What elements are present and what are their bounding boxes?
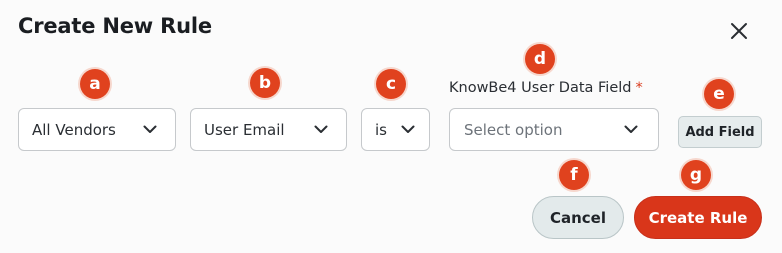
chevron-down-icon [314, 125, 328, 133]
required-asterisk: * [635, 80, 643, 96]
chevron-down-icon [624, 125, 638, 133]
data-field-select-placeholder: Select option [464, 120, 563, 139]
annotation-badge-c: c [376, 69, 406, 99]
chevron-down-icon [143, 125, 157, 133]
create-rule-button[interactable]: Create Rule [634, 196, 762, 239]
attribute-select[interactable]: User Email [190, 108, 347, 151]
vendor-select[interactable]: All Vendors [18, 108, 176, 151]
data-field-label-text: KnowBe4 User Data Field [449, 80, 632, 96]
data-field-label: KnowBe4 User Data Field * [449, 80, 643, 96]
chevron-down-icon [401, 125, 415, 133]
operator-select-value: is [375, 120, 387, 139]
add-field-button[interactable]: Add Field [678, 116, 762, 148]
annotation-badge-a: a [80, 69, 110, 99]
annotation-badge-f: f [559, 160, 589, 190]
operator-select[interactable]: is [361, 108, 430, 151]
annotation-badge-b: b [250, 68, 280, 98]
annotation-badge-e: e [704, 79, 734, 109]
dialog-title: Create New Rule [18, 14, 212, 38]
cancel-button[interactable]: Cancel [532, 196, 624, 239]
annotation-badge-g: g [681, 160, 711, 190]
attribute-select-value: User Email [204, 120, 285, 139]
data-field-select[interactable]: Select option [449, 108, 659, 151]
vendor-select-value: All Vendors [32, 120, 116, 139]
annotation-badge-d: d [525, 44, 555, 74]
close-icon[interactable] [728, 20, 750, 42]
